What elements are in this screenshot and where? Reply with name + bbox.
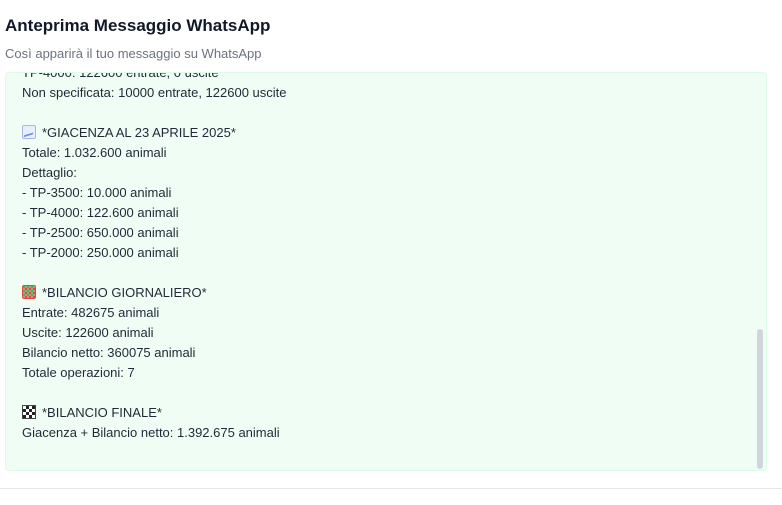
chart-increasing-icon xyxy=(22,125,36,139)
message-line-text: Giacenza + Bilancio netto: 1.392.675 ani… xyxy=(22,425,280,440)
message-line: Totale operazioni: 7 xyxy=(22,363,287,383)
checkered-flag-icon xyxy=(22,405,36,419)
dialog-title: Anteprima Messaggio WhatsApp xyxy=(5,16,271,35)
message-line: *GIACENZA AL 23 APRILE 2025* xyxy=(22,123,287,143)
message-line: Uscite: 122600 animali xyxy=(22,323,287,343)
message-line-text: *BILANCIO GIORNALIERO* xyxy=(42,285,207,300)
message-line: *BILANCIO GIORNALIERO* xyxy=(22,283,287,303)
whatsapp-preview-dialog: Anteprima Messaggio WhatsApp Così appari… xyxy=(0,0,782,489)
message-line: - TP-4000: 122.600 animali xyxy=(22,203,287,223)
dialog-subtitle: Così apparirà il tuo messaggio su WhatsA… xyxy=(5,46,262,61)
message-line-text xyxy=(22,265,26,280)
message-preview-scroll-area: TP-4000: 122600 entrate, 0 uscite Non sp… xyxy=(6,73,754,470)
message-line-text: Entrate: 482675 animali xyxy=(22,305,160,320)
message-line-text: Bilancio netto: 360075 animali xyxy=(22,345,196,360)
message-line-text: - TP-3500: 10.000 animali xyxy=(22,185,172,200)
message-line: Bilancio netto: 360075 animali xyxy=(22,343,287,363)
message-line-text: Dettaglio: xyxy=(22,165,77,180)
message-line-text: - TP-4000: 122.600 animali xyxy=(22,205,179,220)
message-line: Non specificata: 10000 entrate, 122600 u… xyxy=(22,83,287,103)
message-line: Totale: 1.032.600 animali xyxy=(22,143,287,163)
message-line-text: Totale: 1.032.600 animali xyxy=(22,145,167,160)
message-line: Giacenza + Bilancio netto: 1.392.675 ani… xyxy=(22,423,287,443)
message-line-clipped: TP-4000: 122600 entrate, 0 uscite xyxy=(22,73,287,83)
preview-scrollbar-track[interactable] xyxy=(754,73,766,470)
message-blank-line xyxy=(22,383,287,403)
message-line-text: *BILANCIO FINALE* xyxy=(42,405,162,420)
message-line: - TP-3500: 10.000 animali xyxy=(22,183,287,203)
message-blank-line xyxy=(22,103,287,123)
message-line-text xyxy=(22,105,26,120)
message-text: TP-4000: 122600 entrate, 0 uscite Non sp… xyxy=(22,73,287,443)
message-line-text: Uscite: 122600 animali xyxy=(22,325,154,340)
message-blank-line xyxy=(22,263,287,283)
message-line-text: Totale operazioni: 7 xyxy=(22,365,135,380)
message-preview-box[interactable]: TP-4000: 122600 entrate, 0 uscite Non sp… xyxy=(5,72,767,471)
message-line-text: - TP-2000: 250.000 animali xyxy=(22,245,179,260)
preview-scrollbar-thumb[interactable] xyxy=(757,329,763,469)
message-line: Dettaglio: xyxy=(22,163,287,183)
message-line: *BILANCIO FINALE* xyxy=(22,403,287,423)
message-line-text: Non specificata: 10000 entrate, 122600 u… xyxy=(22,85,287,100)
message-line: - TP-2000: 250.000 animali xyxy=(22,243,287,263)
abacus-icon xyxy=(22,285,36,299)
message-line: - TP-2500: 650.000 animali xyxy=(22,223,287,243)
message-line-text: *GIACENZA AL 23 APRILE 2025* xyxy=(42,125,236,140)
message-line-text: - TP-2500: 650.000 animali xyxy=(22,225,179,240)
message-line-text xyxy=(22,385,26,400)
message-line: Entrate: 482675 animali xyxy=(22,303,287,323)
